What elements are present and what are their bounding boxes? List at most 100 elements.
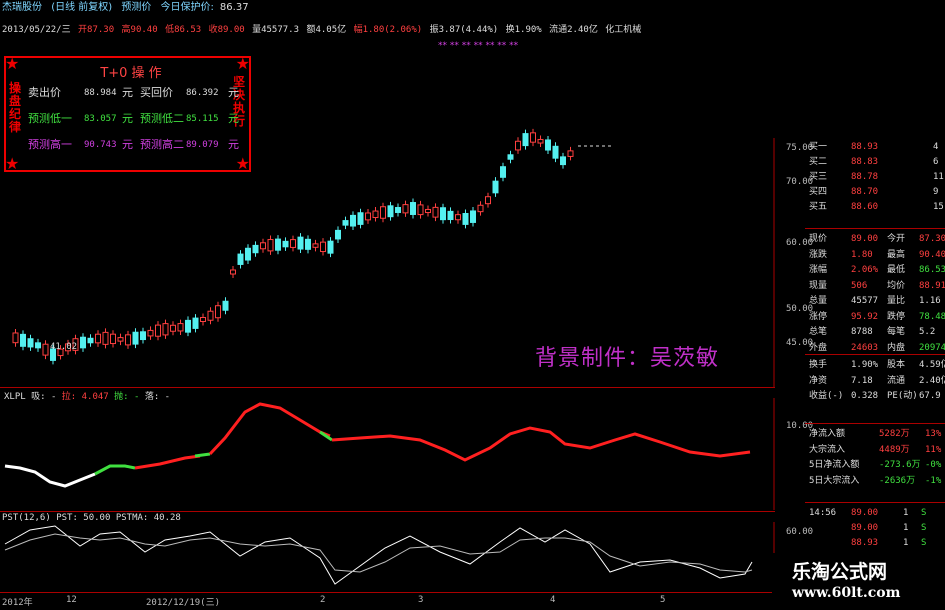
xlpl-line [331,426,751,462]
stat-label: 流通 [887,375,906,386]
t0-value: 88.984 [84,88,117,98]
candle-body [290,239,296,248]
quote-label: 跌停 [887,311,906,322]
t0-unit: 元 [228,86,239,99]
candle-body [35,342,41,349]
candle-body [402,204,409,214]
candle-body [200,317,206,322]
order-book-row: 买五 88.60 15 [775,200,945,215]
date-tick: 2012年 [2,598,33,608]
book-volume: 6 [933,157,939,167]
brand-url[interactable]: www.60lt.com [792,585,900,601]
tick-volume: 1 [903,523,909,533]
quote-value: 8788 [851,327,873,337]
candle-body [492,180,499,194]
quote-label: 量比 [887,296,906,306]
candle-body [215,305,221,319]
quote-value: 45577 [851,296,879,306]
info-amplitude: 振3.87(4.44%) [429,25,499,35]
quote-row: 涨跌 1.80 最高 90.40 [779,248,945,262]
t0-unit: 元 [228,112,239,125]
chart-mode[interactable]: (日线 前复权) [51,2,112,13]
flow-value: 5282万 [879,429,910,439]
site-brand: 乐淘公式网 www.60lt.com [772,553,945,609]
date-tick: 2 [320,595,326,605]
quote-label: 涨跌 [809,249,828,260]
candle-body [80,336,86,349]
t0-label: 预测高一 [28,138,72,151]
order-book-row: 买一 88.93 4 [775,140,945,155]
candle-body [425,208,431,214]
date-axis: 2012年 12 2012/12/19(三) 2 3 4 5 [0,592,775,610]
quote-label: 最低 [887,265,906,275]
quote-value: 506 [851,280,868,291]
quote-row: 总笔 8788 每笔 5.2 [779,325,945,339]
candle-body [440,207,446,221]
candle-body [500,166,506,178]
candle-body [380,206,386,219]
candle-body [42,343,49,356]
candle-body [177,323,184,332]
date-tick: 12 [66,595,77,605]
candle-body [245,247,251,261]
candle-body [27,338,34,348]
t0-label: 预测低一 [28,112,72,125]
flow-value: -2636万 [879,475,916,486]
candle-body [267,239,274,252]
star-icon: ★ [235,154,250,173]
info-change: 幅1.80(2.06%) [353,25,423,35]
book-label: 买五 [809,202,828,212]
t0-value: 86.392 [186,88,219,98]
background-credit: 背景制件：吴茨敏 [535,346,720,371]
info-float: 流通2.40亿 [549,25,598,35]
info-low: 低86.53 [165,25,202,35]
xlpl-indicator-chart[interactable] [0,398,775,510]
star-icon: ★ [235,54,250,73]
book-volume: 15 [933,202,944,212]
candle-body [560,156,566,166]
chart-title-bar: 杰瑞股份 (日线 前复权) 预测价 今日保护价: 86.37 [0,0,772,16]
tick-row: 89.00 1 S [779,521,945,535]
info-open: 开87.30 [78,25,115,35]
candle-body [387,205,394,218]
candle-body [260,242,266,250]
panel-divider [805,354,945,355]
candle-body [462,212,469,225]
quote-value: 1.16 [919,296,941,306]
t0-label: 买回价 [140,86,173,99]
tick-volume: 1 [903,538,909,548]
tick-price: 88.93 [851,538,879,548]
t0-operation-panel: ★ ★ ★ ★ T+0 操 作 操盘纪律 坚决执行 卖出价 88.984 元 买… [4,56,251,172]
panel-divider [805,502,945,503]
quote-value: 88.91 [919,280,945,291]
stats-row: 收益(-) 0.328 PE(动) 67.9 [779,389,945,403]
t0-label: 预测高二 [140,138,184,151]
candle-body [477,204,484,213]
candle-body [485,196,491,205]
stat-label: 净资 [809,375,828,386]
book-label: 买四 [809,187,828,197]
candle-body [470,210,476,223]
flow-label: 5日大宗流入 [809,475,860,486]
quote-value: 89.00 [851,234,879,244]
book-volume: 11 [933,172,944,182]
fund-flow-row: 5日净流入额 -273.6万 -0% [779,458,945,472]
candle-body [372,210,379,219]
star-icon: ★ [5,154,20,173]
t0-label: 预测低二 [140,112,184,125]
book-price: 88.78 [851,172,879,182]
predict-label: 预测价 [121,2,152,13]
pst-indicator-chart[interactable] [0,522,775,592]
quote-label: 总笔 [809,327,828,337]
stat-value: 67.9 [919,391,941,401]
date-tick: 3 [418,595,424,605]
candle-body [365,212,371,221]
info-sector: 化工机械 [605,25,642,35]
date-tick: 5 [660,595,666,605]
tick-side: S [921,508,927,518]
stock-name[interactable]: 杰瑞股份 [2,2,42,13]
xlpl-line [94,464,136,476]
candle-body [447,210,454,221]
t0-value: 85.115 [186,114,219,124]
candle-body [207,310,214,321]
